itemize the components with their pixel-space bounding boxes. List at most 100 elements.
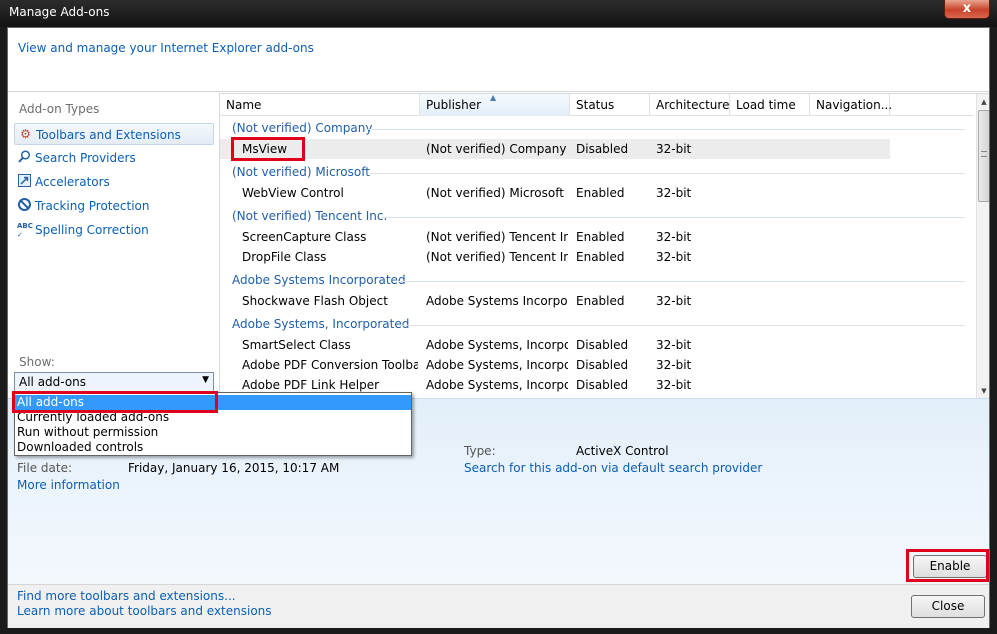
type-toolbars-and-extensions[interactable]: ⚙ Toolbars and Extensions [14,123,214,145]
column-status[interactable]: Status [570,94,650,116]
more-information-link[interactable]: More information [17,478,120,492]
close-button[interactable]: Close [911,595,985,618]
cell-publisher: Adobe Systems Incorpor... [426,294,568,308]
cell-architecture: 32-bit [656,358,692,372]
cell-architecture: 32-bit [656,250,692,264]
column-name[interactable]: Name [220,94,420,116]
column-load-time[interactable]: Load time [730,94,810,116]
header: View and manage your Internet Explorer a… [8,28,989,92]
group-divider [365,129,965,130]
cell-publisher: Adobe Systems, Incorpo... [426,358,568,372]
cell-name: DropFile Class [242,250,327,264]
column-architecture[interactable]: Architecture [650,94,730,116]
cell-name: WebView Control [242,186,344,200]
column-header: Name Publisher ▲ Status Architecture Loa… [220,94,973,116]
cell-architecture: 32-bit [656,294,692,308]
gear-icon: ⚙ [20,127,31,141]
type-label: Tracking Protection [35,199,150,213]
file-date-value: Friday, January 16, 2015, 10:17 AM [128,461,340,475]
scroll-down-icon[interactable]: ▼ [977,383,989,398]
addon-types-panel: Add-on Types ⚙ Toolbars and Extensions S… [8,93,218,398]
manage-addons-window: View and manage your Internet Explorer a… [7,27,990,628]
cell-name: Adobe PDF Link Helper [242,378,380,392]
type-value: ActiveX Control [576,444,669,458]
type-search-providers[interactable]: Search Providers [14,147,214,169]
type-label: Toolbars and Extensions [36,128,181,142]
cell-publisher: (Not verified) Company [426,142,567,156]
cell-name: Shockwave Flash Object [242,294,388,308]
cell-status: Disabled [576,358,629,372]
table-row[interactable]: Shockwave Flash Object Adobe Systems Inc… [220,291,890,311]
spelling-icon: ABC ✓ [17,222,33,239]
type-label: Search Providers [35,151,136,165]
group-header: (Not verified) Tencent Inc. [232,209,388,223]
tracking-protection-icon [17,198,32,213]
cell-publisher: Adobe Systems, Incorpo... [426,378,568,392]
group-divider [370,173,965,174]
file-date-label: File date: [17,461,72,475]
cell-architecture: 32-bit [656,186,692,200]
type-label: Accelerators [35,175,110,189]
cell-status: Disabled [576,378,629,392]
group-divider [398,281,965,282]
cell-architecture: 32-bit [656,338,692,352]
table-row[interactable]: WebView Control (Not verified) Microsoft… [220,183,890,203]
type-label: Spelling Correction [35,223,149,237]
cell-publisher: (Not verified) Tencent Inc. [426,250,568,264]
footer: Find more toolbars and extensions... Lea… [8,584,989,628]
dropdown-option-downloaded-controls[interactable]: Downloaded controls [15,440,411,455]
type-spelling-correction[interactable]: ABC ✓ Spelling Correction [14,219,214,241]
cell-publisher: (Not verified) Microsoft [426,186,564,200]
search-icon [17,150,32,165]
highlight-all-addons [12,391,218,413]
type-label: Type: [464,444,496,458]
type-tracking-protection[interactable]: Tracking Protection [14,195,214,217]
table-row[interactable]: ScreenCapture Class (Not verified) Tence… [220,227,890,247]
scroll-up-icon[interactable]: ▲ [977,94,989,110]
group-divider [382,217,965,218]
group-header: (Not verified) Microsoft [232,165,370,179]
show-label: Show: [19,355,55,369]
addon-types-label: Add-on Types [19,102,100,116]
table-row[interactable]: Adobe PDF Conversion Toolbar... Adobe Sy… [220,355,890,375]
title-bar: Manage Add-ons x [0,0,997,27]
group-header: Adobe Systems Incorporated [232,273,406,287]
sort-up-icon: ▲ [490,93,497,102]
table-row[interactable]: SmartSelect Class Adobe Systems, Incorpo… [220,335,890,355]
dropdown-option-run-without-permission[interactable]: Run without permission [15,425,411,440]
cell-publisher: (Not verified) Tencent Inc. [426,230,568,244]
cell-publisher: Adobe Systems, Incorpo... [426,338,568,352]
cell-name: ScreenCapture Class [242,230,367,244]
cell-status: Disabled [576,338,629,352]
cell-architecture: 32-bit [656,142,692,156]
group-header: Adobe Systems, Incorporated [232,317,410,331]
column-navigation[interactable]: Navigation... [810,94,892,116]
chevron-down-icon: ▼ [202,375,209,385]
scroll-thumb[interactable] [978,110,989,202]
cell-architecture: 32-bit [656,230,692,244]
table-row[interactable]: MsView (Not verified) Company Disabled 3… [220,139,890,159]
window-close-button[interactable]: x [944,0,990,19]
learn-more-toolbars-link[interactable]: Learn more about toolbars and extensions [17,604,272,618]
header-link[interactable]: View and manage your Internet Explorer a… [18,41,314,55]
window-title: Manage Add-ons [9,5,110,19]
search-addon-link[interactable]: Search for this add-on via default searc… [464,461,762,475]
cell-name: Adobe PDF Conversion Toolbar... [242,358,418,372]
find-more-toolbars-link[interactable]: Find more toolbars and extensions... [17,589,236,603]
table-row[interactable]: DropFile Class (Not verified) Tencent In… [220,247,890,267]
show-select[interactable]: All add-ons ▼ [14,372,214,392]
type-accelerators[interactable]: Accelerators [14,171,214,193]
show-select-value: All add-ons [19,375,87,389]
accelerator-icon [17,174,32,189]
cell-status: Enabled [576,230,625,244]
vertical-scrollbar[interactable]: ▲ ▼ [976,94,989,398]
cell-status: Enabled [576,250,625,264]
group-divider [400,325,965,326]
highlight-enable [906,549,989,582]
cell-status: Enabled [576,186,625,200]
cell-status: Enabled [576,294,625,308]
group-header: (Not verified) Company [232,121,373,135]
cell-name: SmartSelect Class [242,338,351,352]
highlight-msview [231,137,305,161]
cell-status: Disabled [576,142,629,156]
